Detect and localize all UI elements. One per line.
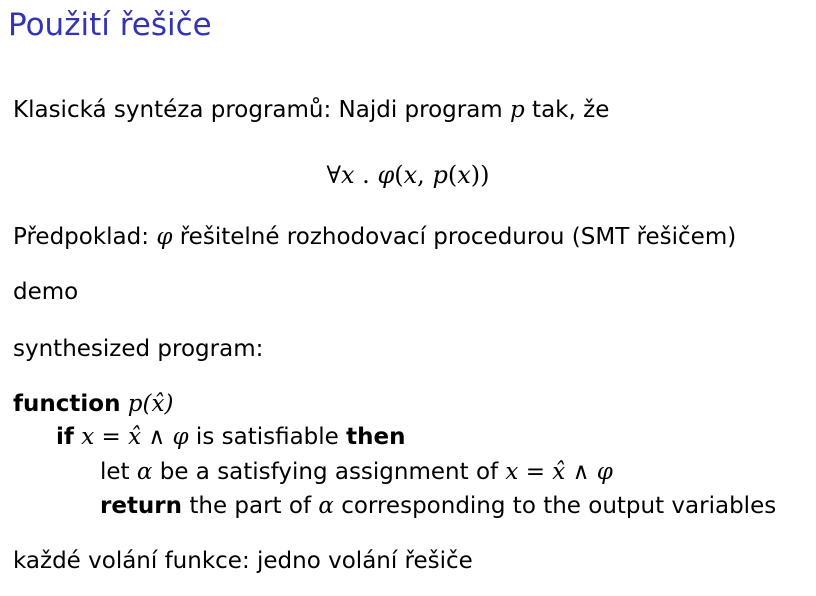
formula-open2: (	[447, 161, 458, 189]
assumption-lead: Předpoklad:	[13, 224, 157, 250]
function-keyword: function	[13, 391, 121, 417]
formula-p: p	[432, 161, 448, 189]
synthesized-program-line: synthesized program:	[13, 336, 264, 362]
slide-title: Použití řešiče	[8, 7, 212, 43]
slide: Použití řešiče Klasická syntéza programů…	[0, 0, 816, 596]
demo-line: demo	[13, 279, 79, 305]
function-name: p	[127, 391, 143, 417]
forall-symbol: ∀	[326, 161, 341, 189]
classic-synthesis-line: Klasická syntéza programů: Najdi program…	[13, 95, 609, 125]
classic-tail: tak, že	[524, 97, 610, 123]
formula-open: (	[394, 161, 404, 189]
formula-dot: .	[354, 161, 378, 189]
return-tail: corresponding to the output variables	[333, 493, 777, 519]
let-alpha: α	[136, 459, 153, 485]
if-middle: is satisfiable	[188, 424, 347, 450]
let-lead: let	[100, 459, 137, 485]
formula-phi: φ	[377, 161, 395, 189]
then-keyword: then	[346, 424, 406, 450]
synthesis-formula: ∀x . φ(x, p(x))	[0, 160, 816, 190]
let-expr-x: x	[505, 459, 519, 485]
let-middle: be a satisfying assignment of	[152, 459, 506, 485]
each-call-line: každé volání funkce: jedno volání řešiče	[13, 548, 473, 574]
formula-close: ))	[470, 161, 490, 189]
let-expr-rest: = x̂ ∧ φ	[518, 459, 613, 485]
function-args: (x̂)	[142, 391, 174, 417]
function-space	[120, 391, 127, 417]
function-line: function p(x̂)	[13, 389, 173, 419]
if-expr-rest: = x̂ ∧ φ	[94, 424, 189, 450]
program-variable: p	[510, 97, 525, 123]
formula-x2: x	[403, 161, 418, 189]
formula-x3: x	[457, 161, 471, 189]
assumption-line: Předpoklad: φ řešitelné rozhodovací proc…	[13, 222, 736, 252]
formula-x: x	[341, 161, 355, 189]
if-line: if x = x̂ ∧ φ is satisfiable then	[56, 422, 405, 452]
if-expr-x: x	[81, 424, 95, 450]
assumption-phi: φ	[156, 224, 173, 250]
if-keyword: if	[56, 424, 74, 450]
formula-comma: ,	[417, 161, 433, 189]
return-alpha: α	[318, 493, 334, 519]
return-middle: the part of	[182, 493, 319, 519]
let-line: let α be a satisfying assignment of x = …	[100, 457, 613, 487]
return-line: return the part of α corresponding to th…	[100, 491, 776, 521]
return-keyword: return	[100, 493, 183, 519]
assumption-tail: řešitelné rozhodovací procedurou (SMT ře…	[172, 224, 737, 250]
classic-text: Klasická syntéza programů: Najdi program	[13, 97, 511, 123]
